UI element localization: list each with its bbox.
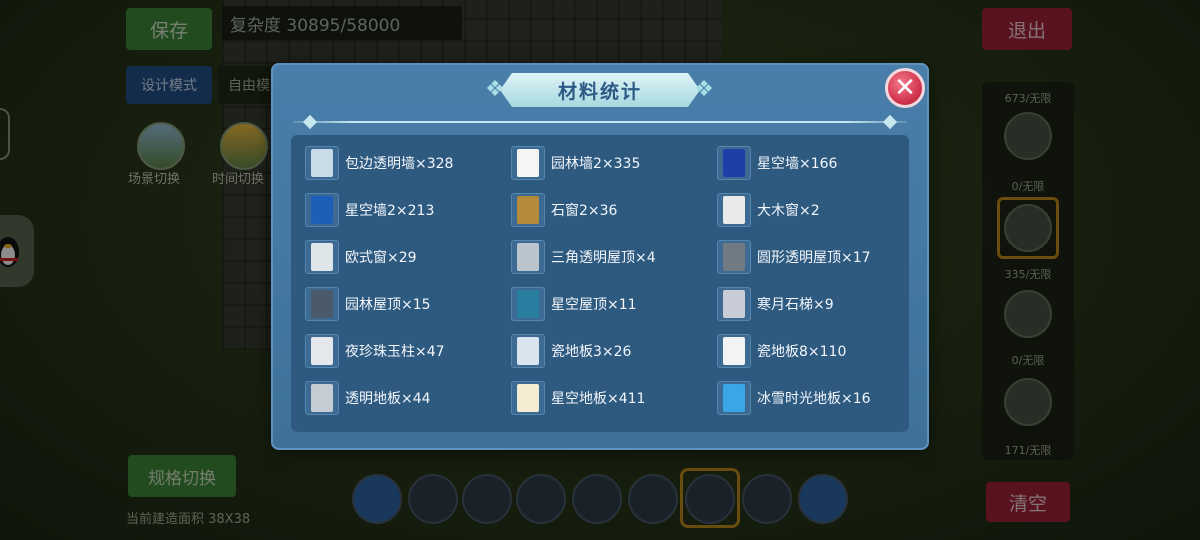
material-item-label: 石窗2×36: [551, 203, 618, 219]
triangle-roof-icon: [511, 240, 545, 274]
material-item: 冰雪时光地板×16: [717, 380, 917, 416]
material-stats-dialog: ❖ 材料统计 ❖ ✕ 包边透明墙×328 园林墙2×335 星空墙×166 星空墙2×…: [271, 63, 929, 450]
cold-moon-stairs-icon: [717, 287, 751, 321]
starry-floor-icon: [511, 381, 545, 415]
material-item-label: 星空屋顶×11: [551, 297, 637, 313]
divider-ornament: [882, 114, 898, 130]
material-item-label: 寒月石梯×9: [757, 297, 834, 313]
tile-floor-3-icon: [511, 334, 545, 368]
material-item: 大木窗×2: [717, 192, 917, 228]
title-banner: 材料统计: [500, 73, 700, 107]
material-item: 圆形透明屋顶×17: [717, 239, 917, 275]
material-item: 星空屋顶×11: [511, 286, 711, 322]
material-item-label: 欧式窗×29: [345, 250, 417, 266]
stone-window-icon: [511, 193, 545, 227]
material-item-label: 冰雪时光地板×16: [757, 391, 871, 407]
close-icon: ✕: [894, 73, 916, 103]
starry-wall-2-icon: [305, 193, 339, 227]
material-item-label: 透明地板×44: [345, 391, 431, 407]
material-item: 包边透明墙×328: [305, 145, 505, 181]
material-item-label: 星空地板×411: [551, 391, 646, 407]
material-item-label: 三角透明屋顶×4: [551, 250, 656, 266]
garden-roof-icon: [305, 287, 339, 321]
material-item-label: 包边透明墙×328: [345, 156, 454, 172]
material-item: 星空墙2×213: [305, 192, 505, 228]
transparent-wall-icon: [305, 146, 339, 180]
material-item: 石窗2×36: [511, 192, 711, 228]
tile-floor-8-icon: [717, 334, 751, 368]
material-item-label: 园林墙2×335: [551, 156, 641, 172]
material-item-label: 圆形透明屋顶×17: [757, 250, 871, 266]
starry-roof-icon: [511, 287, 545, 321]
material-item: 星空墙×166: [717, 145, 917, 181]
pearl-pillar-icon: [305, 334, 339, 368]
material-item: 夜珍珠玉柱×47: [305, 333, 505, 369]
large-wood-window-icon: [717, 193, 751, 227]
material-item: 瓷地板3×26: [511, 333, 711, 369]
material-item: 欧式窗×29: [305, 239, 505, 275]
material-item: 瓷地板8×110: [717, 333, 917, 369]
title-divider: [293, 121, 907, 123]
ornament-icon: ❖: [694, 77, 714, 102]
divider-ornament: [302, 114, 318, 130]
material-item-label: 瓷地板3×26: [551, 344, 632, 360]
close-button[interactable]: ✕: [885, 68, 925, 108]
material-item-label: 大木窗×2: [757, 203, 820, 219]
material-item: 寒月石梯×9: [717, 286, 917, 322]
transparent-floor-icon: [305, 381, 339, 415]
dialog-title: 材料统计: [557, 80, 642, 103]
european-window-icon: [305, 240, 339, 274]
material-item: 星空地板×411: [511, 380, 711, 416]
material-item: 园林屋顶×15: [305, 286, 505, 322]
material-item-label: 园林屋顶×15: [345, 297, 431, 313]
material-item: 三角透明屋顶×4: [511, 239, 711, 275]
material-item: 透明地板×44: [305, 380, 505, 416]
material-item-label: 星空墙2×213: [345, 203, 435, 219]
garden-wall-icon: [511, 146, 545, 180]
material-list: 包边透明墙×328 园林墙2×335 星空墙×166 星空墙2×213 石窗2×36 大木…: [291, 135, 909, 432]
material-item-label: 瓷地板8×110: [757, 344, 847, 360]
round-roof-icon: [717, 240, 751, 274]
starry-wall-icon: [717, 146, 751, 180]
material-item-label: 星空墙×166: [757, 156, 838, 172]
material-item: 园林墙2×335: [511, 145, 711, 181]
material-item-label: 夜珍珠玉柱×47: [345, 344, 445, 360]
ice-snow-floor-icon: [717, 381, 751, 415]
